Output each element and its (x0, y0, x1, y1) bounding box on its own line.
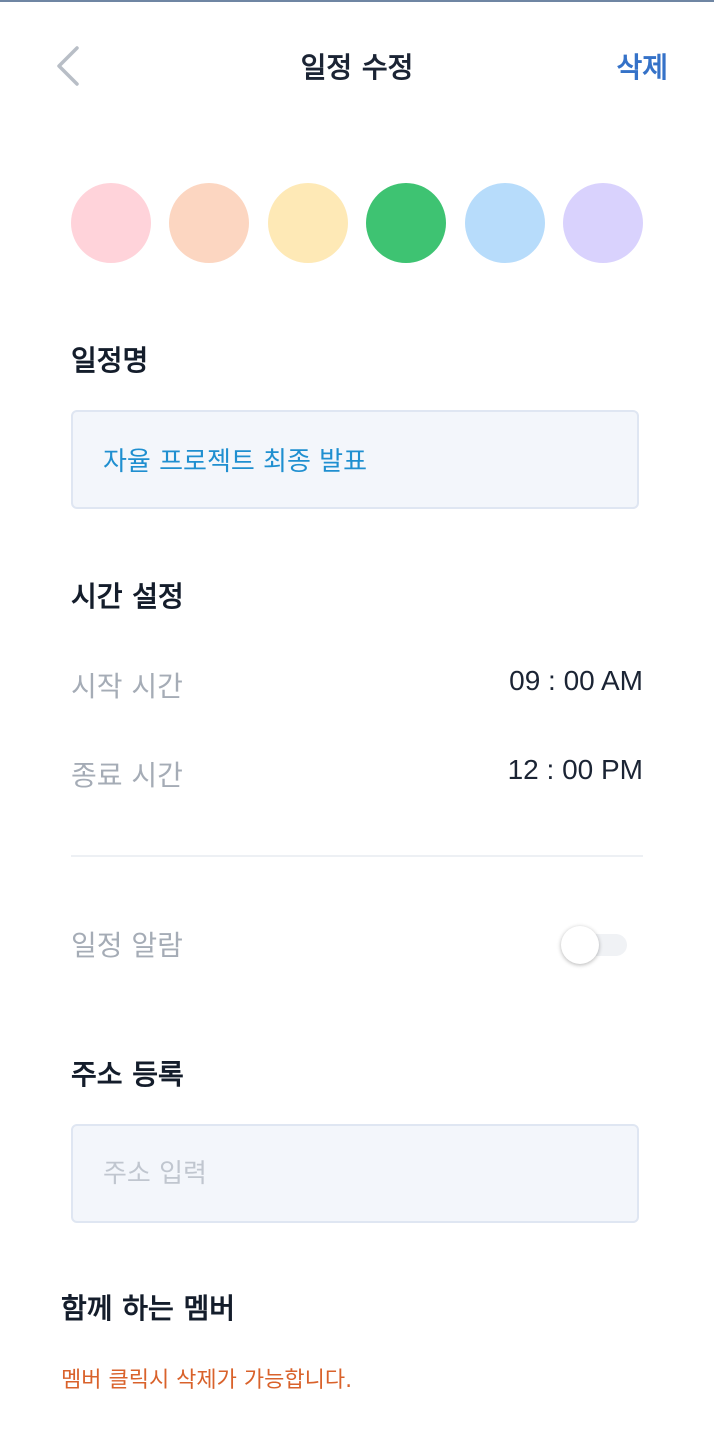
end-time-value[interactable]: 12 : 00 PM (508, 754, 643, 786)
schedule-name-label: 일정명 (71, 344, 149, 377)
alarm-row: 일정 알람 (71, 924, 643, 964)
start-time-row: 시작 시간 09 : 00 AM (71, 665, 643, 705)
color-swatch-sky[interactable] (464, 183, 545, 263)
end-time-row: 종료 시간 12 : 00 PM (71, 754, 643, 794)
address-input[interactable] (103, 1126, 613, 1221)
address-field (71, 1124, 639, 1223)
color-swatch-peach[interactable] (169, 183, 250, 263)
toggle-knob (561, 926, 599, 964)
edit-schedule-screen: 일정 수정 삭제 일정명 시간 설정 시작 시간 09 : 00 AM 종료 시… (0, 0, 714, 1440)
schedule-name-field (71, 410, 639, 509)
delete-button[interactable]: 삭제 (616, 46, 668, 86)
header: 일정 수정 삭제 (0, 30, 714, 102)
top-border (0, 0, 714, 2)
color-swatch-pink[interactable] (71, 183, 151, 263)
page-title: 일정 수정 (300, 51, 414, 84)
time-settings-label: 시간 설정 (71, 580, 184, 613)
color-swatch-yellow[interactable] (267, 183, 348, 263)
start-time-value[interactable]: 09 : 00 AM (509, 665, 643, 697)
section-divider (71, 855, 643, 857)
members-label: 함께 하는 멤버 (61, 1292, 236, 1325)
start-time-label: 시작 시간 (71, 670, 183, 703)
schedule-name-input[interactable] (103, 412, 613, 507)
address-label: 주소 등록 (71, 1058, 184, 1091)
end-time-label: 종료 시간 (71, 759, 183, 792)
members-note: 멤버 클릭시 삭제가 가능합니다. (61, 1368, 353, 1393)
color-swatch-lavender[interactable] (562, 183, 643, 263)
color-swatch-green[interactable] (366, 183, 447, 263)
color-picker (71, 183, 643, 263)
alarm-label: 일정 알람 (71, 929, 183, 962)
alarm-toggle[interactable] (561, 926, 629, 964)
